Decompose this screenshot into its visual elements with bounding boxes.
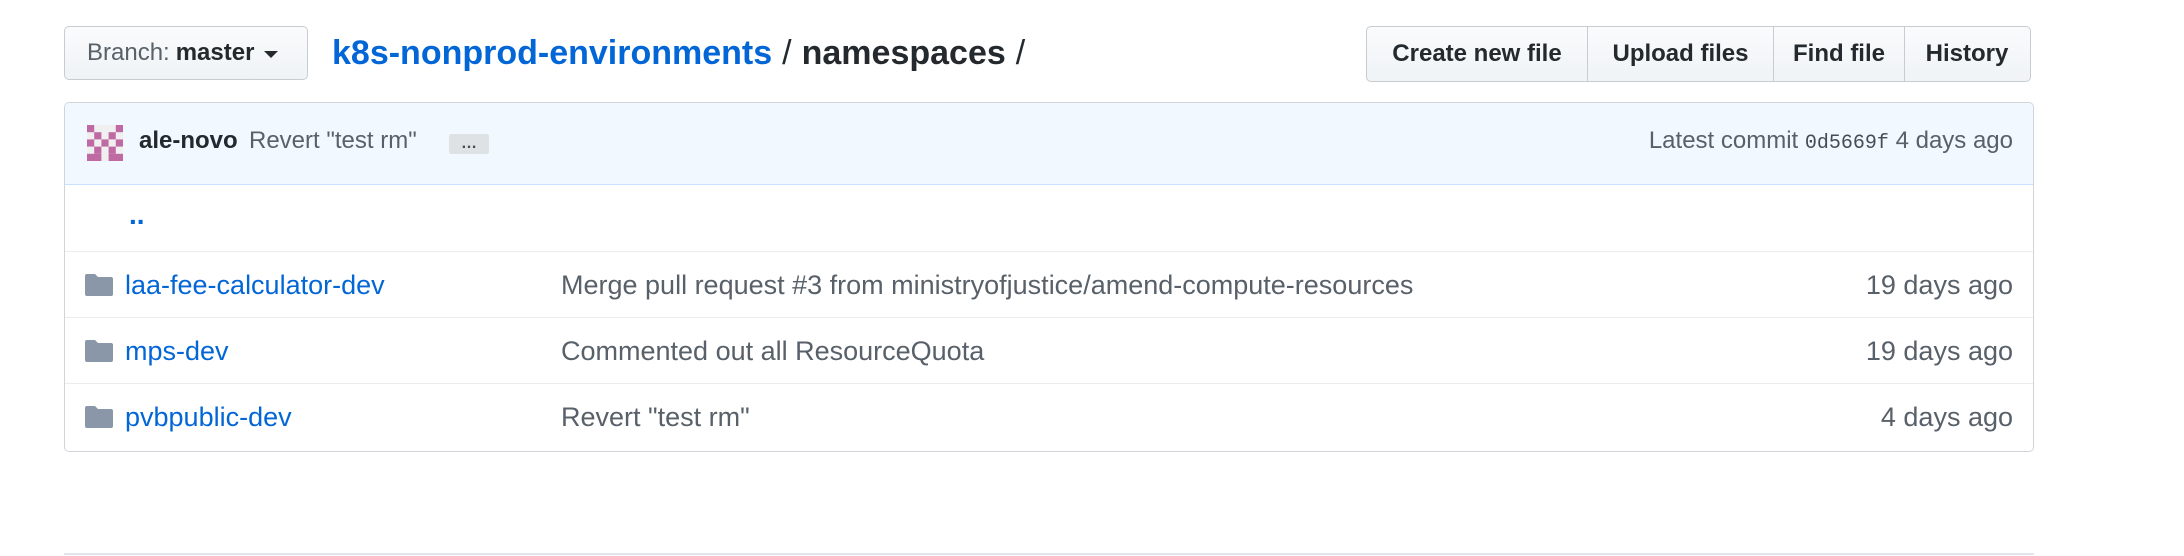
create-new-file-button[interactable]: Create new file bbox=[1366, 26, 1588, 82]
table-row: pvbpublic-dev Revert "test rm" 4 days ag… bbox=[65, 383, 2033, 449]
breadcrumb-trailing-separator: / bbox=[1015, 34, 1026, 72]
file-commit-message-link[interactable]: Merge pull request #3 from ministryofjus… bbox=[561, 270, 1413, 301]
file-commit-message-link[interactable]: Revert "test rm" bbox=[561, 402, 750, 433]
breadcrumb-repo-link[interactable]: k8s-nonprod-environments bbox=[332, 34, 772, 72]
chevron-down-icon bbox=[264, 50, 279, 58]
folder-icon bbox=[85, 274, 113, 296]
breadcrumb-current: namespaces bbox=[801, 34, 1006, 72]
file-name-link[interactable]: laa-fee-calculator-dev bbox=[125, 270, 385, 301]
commit-sha-link[interactable]: 0d5669f bbox=[1805, 132, 1889, 155]
file-commit-message-link[interactable]: Commented out all ResourceQuota bbox=[561, 336, 984, 367]
branch-select-button[interactable]: Branch: master bbox=[64, 26, 308, 80]
folder-icon bbox=[85, 340, 113, 362]
find-file-button[interactable]: Find file bbox=[1773, 26, 1905, 82]
table-row: laa-fee-calculator-dev Merge pull reques… bbox=[65, 251, 2033, 317]
upload-files-button[interactable]: Upload files bbox=[1586, 26, 1775, 82]
file-actions: Create new file Upload files Find file H… bbox=[1366, 26, 2031, 82]
file-navigation: Branch: master k8s-nonprod-environments /… bbox=[64, 26, 2034, 82]
history-button[interactable]: History bbox=[1903, 26, 2031, 82]
latest-commit-info: Latest commit 0d5669f 4 days ago bbox=[1649, 127, 2013, 155]
commit-expand-button[interactable]: … bbox=[449, 134, 489, 154]
file-name-link[interactable]: mps-dev bbox=[125, 336, 229, 367]
parent-directory-row: .. bbox=[65, 185, 2033, 251]
divider bbox=[64, 553, 2034, 555]
commit-message-link[interactable]: Revert "test rm" bbox=[249, 127, 417, 155]
breadcrumb: k8s-nonprod-environments / namespaces / bbox=[332, 32, 1035, 74]
file-age: 19 days ago bbox=[1865, 270, 2013, 300]
file-age: 19 days ago bbox=[1865, 336, 2013, 366]
latest-commit-label: Latest commit bbox=[1648, 127, 1799, 154]
table-row: mps-dev Commented out all ResourceQuota … bbox=[65, 317, 2033, 383]
avatar[interactable] bbox=[87, 125, 123, 161]
file-age: 4 days ago bbox=[1880, 402, 2013, 432]
branch-name: master bbox=[175, 39, 255, 66]
folder-icon bbox=[85, 406, 113, 428]
commit-author-link[interactable]: ale-novo bbox=[139, 127, 238, 155]
latest-commit-bar: ale-novo Revert "test rm" … Latest commi… bbox=[65, 103, 2033, 185]
branch-prefix: Branch: bbox=[87, 39, 170, 66]
commit-age: 4 days ago bbox=[1895, 127, 2013, 154]
file-list: ale-novo Revert "test rm" … Latest commi… bbox=[64, 102, 2034, 452]
file-name-link[interactable]: pvbpublic-dev bbox=[125, 402, 292, 433]
breadcrumb-separator: / bbox=[782, 34, 792, 72]
parent-directory-link[interactable]: .. bbox=[129, 199, 145, 231]
